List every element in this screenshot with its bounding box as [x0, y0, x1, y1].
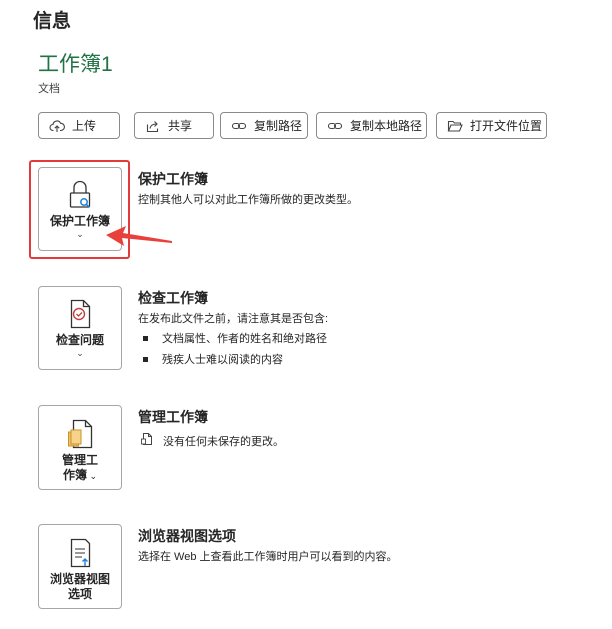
- list-item: 残疾人士难以阅读的内容: [143, 351, 283, 367]
- page-title: 信息: [33, 11, 72, 32]
- share-icon: [146, 120, 159, 132]
- check-for-issues-button[interactable]: 检查问题 ⌄: [38, 286, 122, 370]
- browser-view-options-label: 浏览器视图 选项: [49, 572, 110, 601]
- chevron-down-icon: ⌄: [76, 229, 84, 239]
- inspect-workbook-title: 检查工作簿: [138, 290, 208, 306]
- open-file-location-label: 打开文件位置: [470, 119, 543, 133]
- link-icon: [231, 122, 247, 129]
- manage-workbook-description: 没有任何未保存的更改。: [163, 436, 284, 448]
- protect-workbook-label: 保护工作簿: [49, 214, 110, 228]
- manage-workbook-title: 管理工作簿: [138, 409, 208, 425]
- protect-workbook-description: 控制其他人可以对此工作簿所做的更改类型。: [138, 194, 358, 206]
- list-item: 文档属性、作者的姓名和绝对路径: [143, 330, 327, 346]
- manage-workbook-label: 管理工 作簿 ⌄: [61, 453, 98, 482]
- browser-view-options-description: 选择在 Web 上查看此工作簿时用户可以看到的内容。: [138, 551, 398, 563]
- copy-local-path-button[interactable]: 复制本地路径: [316, 112, 427, 139]
- manage-workbook-icon: [68, 419, 93, 449]
- link-icon: [327, 122, 343, 129]
- share-button[interactable]: 共享: [134, 112, 214, 139]
- protect-workbook-title: 保护工作簿: [138, 171, 208, 187]
- copy-path-button[interactable]: 复制路径: [220, 112, 308, 139]
- inspect-workbook-description: 在发布此文件之前，请注意其是否包含:: [138, 313, 329, 325]
- document-icon: [141, 433, 152, 445]
- copy-local-path-label: 复制本地路径: [350, 119, 423, 133]
- workbook-name: 工作簿1: [38, 53, 113, 76]
- open-file-location-button[interactable]: 打开文件位置: [436, 112, 547, 139]
- workbook-location: 文档: [38, 83, 60, 95]
- copy-path-label: 复制路径: [254, 119, 303, 133]
- folder-open-icon: [447, 120, 463, 132]
- chevron-down-icon: ⌄: [86, 471, 98, 481]
- browser-view-options-title: 浏览器视图选项: [138, 528, 236, 544]
- upload-button[interactable]: 上传: [38, 112, 120, 139]
- check-for-issues-label: 检查问题: [55, 333, 104, 347]
- upload-label: 上传: [72, 119, 97, 133]
- lock-icon: [69, 180, 91, 208]
- browser-view-options-button[interactable]: 浏览器视图 选项: [38, 524, 122, 609]
- cloud-upload-icon: [49, 119, 65, 132]
- arrow-annotation-icon: [106, 226, 172, 246]
- manage-workbook-button[interactable]: 管理工 作簿 ⌄: [38, 405, 122, 490]
- chevron-down-icon: ⌄: [76, 348, 84, 358]
- browser-view-icon: [70, 538, 91, 568]
- share-label: 共享: [168, 119, 193, 133]
- inspect-document-icon: [70, 299, 91, 329]
